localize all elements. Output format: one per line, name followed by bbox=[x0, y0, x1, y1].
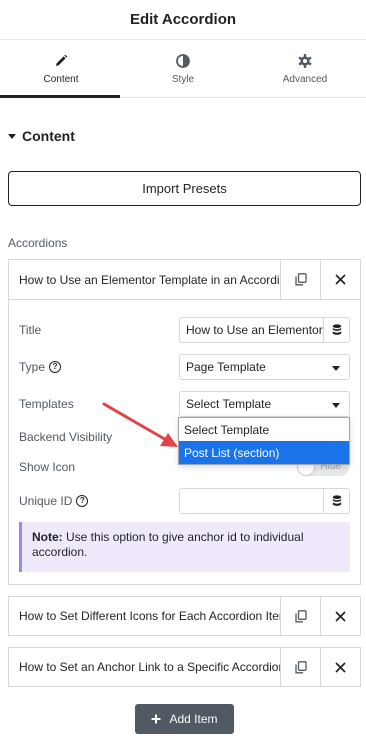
close-icon bbox=[335, 610, 346, 622]
backend-visibility-label: Backend Visibility bbox=[19, 430, 112, 444]
copy-icon bbox=[294, 660, 307, 673]
backend-visibility-text: Backend Visibility bbox=[19, 430, 113, 444]
database-icon bbox=[332, 495, 341, 506]
dynamic-tags-button[interactable] bbox=[323, 489, 349, 513]
close-icon bbox=[335, 274, 346, 285]
database-icon bbox=[332, 324, 341, 335]
note-text: Use this option to give anchor id to ind… bbox=[32, 530, 304, 559]
caret-down-icon bbox=[8, 133, 16, 139]
add-item-label: Add Item bbox=[169, 712, 218, 726]
import-presets-button[interactable]: Import Presets bbox=[8, 171, 361, 206]
unique-id-label: Unique ID ? bbox=[19, 494, 89, 508]
tab-style[interactable]: Style bbox=[122, 40, 244, 97]
tab-bar: Content Style Advanced bbox=[0, 40, 366, 98]
tab-style-label: Style bbox=[171, 73, 195, 85]
templates-label: Templates bbox=[19, 397, 74, 411]
plus-icon bbox=[151, 714, 161, 724]
show-icon-label: Show Icon bbox=[19, 460, 75, 474]
help-icon[interactable]: ? bbox=[49, 361, 62, 373]
panel-title: Edit Accordion bbox=[129, 11, 237, 28]
dynamic-tags-button[interactable] bbox=[323, 318, 349, 342]
unique-id-input-value[interactable] bbox=[180, 489, 323, 513]
note-label: Note: bbox=[32, 530, 63, 544]
accordion-item-collapsed: How to Set Different Icons for Each Acco… bbox=[8, 596, 361, 636]
dropdown-option-highlighted[interactable]: Post List (section) bbox=[179, 441, 349, 464]
accordion-item-collapsed: How to Set an Anchor Link to a Specific … bbox=[8, 647, 361, 687]
anchor-id-note: Note: Use this option to give anchor id … bbox=[19, 522, 350, 572]
accordions-label: Accordions bbox=[8, 236, 68, 250]
section-title: Content bbox=[22, 128, 75, 144]
pencil-icon bbox=[56, 54, 68, 66]
tab-content[interactable]: Content bbox=[0, 40, 122, 97]
type-select-value: Page Template bbox=[186, 360, 266, 374]
copy-icon bbox=[294, 273, 307, 286]
type-label: Type ? bbox=[19, 360, 62, 374]
tab-content-label: Content bbox=[43, 73, 79, 85]
tab-advanced[interactable]: Advanced bbox=[244, 40, 366, 97]
remove-button[interactable] bbox=[320, 648, 360, 686]
unique-id-field[interactable] bbox=[179, 488, 350, 514]
chevron-down-icon bbox=[332, 403, 340, 408]
content-section-toggle[interactable]: Content bbox=[8, 128, 75, 144]
close-icon bbox=[335, 661, 346, 673]
title-label-text: Title bbox=[19, 323, 42, 337]
add-item-button[interactable]: Add Item bbox=[135, 704, 234, 734]
title-input-value[interactable]: How to Use an Elementor Template in an A… bbox=[180, 318, 323, 342]
tab-advanced-label: Advanced bbox=[282, 73, 328, 85]
chevron-down-icon bbox=[332, 366, 340, 371]
title-field[interactable]: How to Use an Elementor Template in an A… bbox=[179, 317, 350, 343]
item-header: How to Use an Elementor Template in an A… bbox=[9, 260, 360, 300]
templates-label-text: Templates bbox=[19, 397, 74, 411]
dropdown-option[interactable]: Select Template bbox=[179, 418, 349, 441]
duplicate-button[interactable] bbox=[280, 260, 320, 299]
gear-icon bbox=[298, 53, 312, 68]
item-title[interactable]: How to Use an Elementor Template in an A… bbox=[9, 260, 280, 299]
item-title[interactable]: How to Set an Anchor Link to a Specific … bbox=[9, 648, 280, 686]
half-circle-icon bbox=[176, 53, 190, 68]
templates-dropdown-list: Select Template Post List (section) bbox=[178, 417, 350, 465]
templates-select[interactable]: Select Template bbox=[179, 391, 350, 417]
item-title[interactable]: How to Set Different Icons for Each Acco… bbox=[9, 597, 280, 635]
duplicate-button[interactable] bbox=[280, 648, 320, 686]
title-label: Title bbox=[19, 323, 41, 337]
type-label-text: Type bbox=[19, 360, 46, 374]
type-select[interactable]: Page Template bbox=[179, 354, 350, 380]
show-icon-text: Show Icon bbox=[19, 460, 76, 474]
copy-icon bbox=[294, 609, 307, 622]
active-tab-indicator bbox=[0, 95, 120, 98]
remove-button[interactable] bbox=[320, 597, 360, 635]
duplicate-button[interactable] bbox=[280, 597, 320, 635]
templates-select-value: Select Template bbox=[186, 397, 272, 411]
help-icon[interactable]: ? bbox=[76, 495, 89, 507]
unique-id-text: Unique ID bbox=[19, 494, 73, 508]
remove-button[interactable] bbox=[320, 260, 360, 299]
panel-header: Edit Accordion bbox=[0, 0, 366, 40]
